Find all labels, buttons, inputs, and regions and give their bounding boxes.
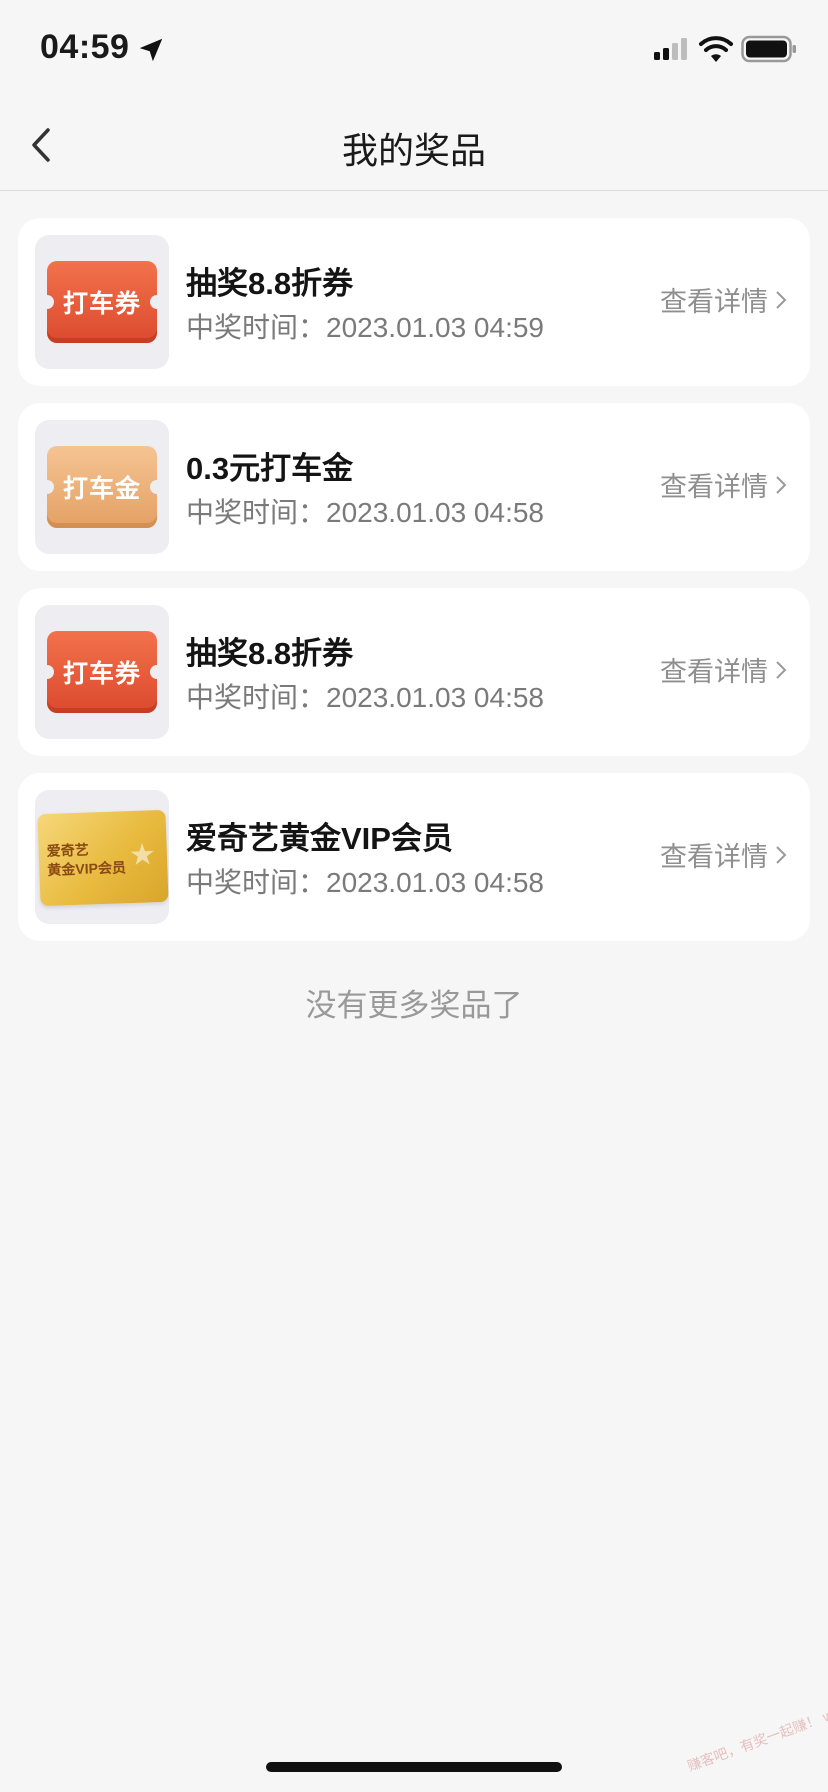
prize-card[interactable]: 爱奇艺 黄金VIP会员 ★ 爱奇艺黄金VIP会员 中奖时间：2023.01.03… xyxy=(18,773,810,941)
prize-time-value: 2023.01.03 04:58 xyxy=(326,682,544,713)
prize-time: 中奖时间：2023.01.03 04:58 xyxy=(186,491,544,531)
status-time: 04:59 xyxy=(40,28,130,66)
status-bar: 04:59 xyxy=(0,0,828,100)
prize-list: 打车券 抽奖8.8折券 中奖时间：2023.01.03 04:59 查看详情 打… xyxy=(18,218,810,958)
star-icon: ★ xyxy=(128,838,157,873)
no-more-prizes-text: 没有更多奖品了 xyxy=(305,988,523,1023)
prize-time-label: 中奖时间： xyxy=(186,682,327,713)
nav-bar: 我的奖品 xyxy=(0,100,828,191)
prize-time-value: 2023.01.03 04:58 xyxy=(326,497,544,528)
wifi-icon xyxy=(699,36,733,62)
prize-thumbnail: 打车券 xyxy=(35,235,169,369)
taxi-coupon-badge: 打车券 xyxy=(40,631,164,713)
prize-card[interactable]: 打车金 0.3元打车金 中奖时间：2023.01.03 04:58 查看详情 xyxy=(18,403,810,571)
view-details-link[interactable]: 查看详情 xyxy=(660,280,788,319)
prize-time-value: 2023.01.03 04:58 xyxy=(326,867,544,898)
page-title: 我的奖品 xyxy=(341,130,486,171)
chevron-right-icon xyxy=(776,845,787,864)
prize-time-label: 中奖时间： xyxy=(186,312,327,343)
prize-time: 中奖时间：2023.01.03 04:58 xyxy=(186,861,544,901)
prize-thumbnail: 爱奇艺 黄金VIP会员 ★ xyxy=(35,790,169,924)
vip-card-line2: 黄金VIP会员 xyxy=(47,859,127,878)
prize-thumbnail: 打车金 xyxy=(35,420,169,554)
view-details-link[interactable]: 查看详情 xyxy=(660,835,788,874)
signal-icon xyxy=(654,38,687,60)
prize-name: 0.3元打车金 xyxy=(186,451,354,486)
prize-name: 抽奖8.8折券 xyxy=(186,266,354,301)
prize-time-label: 中奖时间： xyxy=(186,867,327,898)
chevron-right-icon xyxy=(776,475,787,494)
prize-name: 爱奇艺黄金VIP会员 xyxy=(186,821,453,856)
view-details-link[interactable]: 查看详情 xyxy=(660,465,788,504)
view-details-label: 查看详情 xyxy=(660,657,768,687)
view-details-label: 查看详情 xyxy=(660,472,768,502)
prize-card[interactable]: 打车券 抽奖8.8折券 中奖时间：2023.01.03 04:58 查看详情 xyxy=(18,588,810,756)
taxi-coupon-badge: 打车券 xyxy=(40,261,164,343)
prize-time-label: 中奖时间： xyxy=(186,497,327,528)
view-details-link[interactable]: 查看详情 xyxy=(660,650,788,689)
prize-thumbnail: 打车券 xyxy=(35,605,169,739)
chevron-right-icon xyxy=(776,290,787,309)
battery-icon xyxy=(741,35,796,63)
chevron-right-icon xyxy=(776,660,787,679)
location-arrow-icon xyxy=(139,38,163,62)
view-details-label: 查看详情 xyxy=(660,842,768,872)
watermark: 赚客吧，有奖一起赚！ www.zuanke8.com xyxy=(685,1669,828,1775)
vip-card-badge: 爱奇艺 黄金VIP会员 ★ xyxy=(37,809,169,907)
taxi-cash-badge: 打车金 xyxy=(40,446,164,528)
home-indicator[interactable] xyxy=(266,1762,562,1772)
prize-name: 抽奖8.8折券 xyxy=(186,636,354,671)
prize-time: 中奖时间：2023.01.03 04:59 xyxy=(186,306,544,346)
vip-card-text: 爱奇艺 黄金VIP会员 xyxy=(46,839,126,880)
view-details-label: 查看详情 xyxy=(660,287,768,317)
prize-time: 中奖时间：2023.01.03 04:58 xyxy=(186,676,544,716)
prize-time-value: 2023.01.03 04:59 xyxy=(326,312,544,343)
prize-card[interactable]: 打车券 抽奖8.8折券 中奖时间：2023.01.03 04:59 查看详情 xyxy=(18,218,810,386)
